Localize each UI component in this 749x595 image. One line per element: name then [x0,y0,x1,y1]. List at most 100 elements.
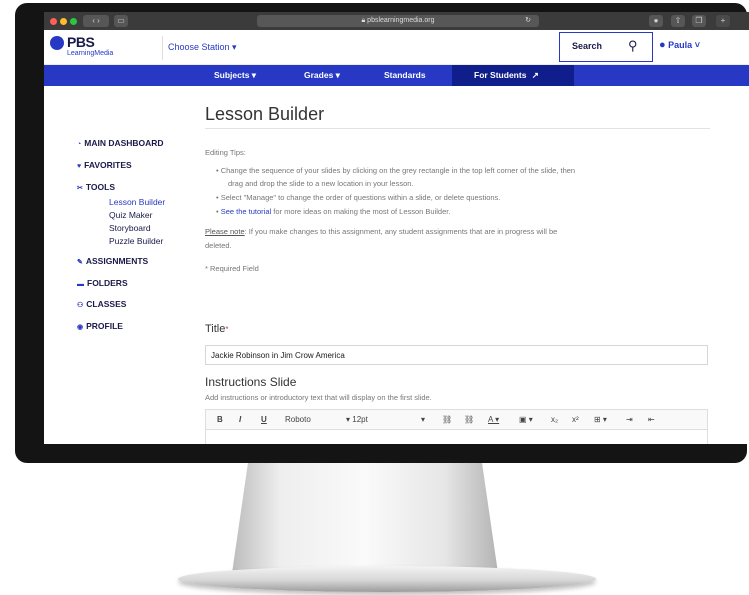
highlight-color-icon[interactable]: ▣ ▾ [519,415,533,424]
rich-text-toolbar: B I U Roboto ▾ 12pt ▾ ⛓ ⛓ A ▾ ▣ ▾ x₂ x² … [205,409,708,430]
sidebar-subitem-quiz-maker[interactable]: Quiz Maker [109,210,152,220]
monitor-frame: ‹ › ▭ 🔒︎ pbslearningmedia.org ↻ ● ⇧ ❐ + … [15,3,749,463]
pbs-head-icon [50,36,64,50]
tip-line-continuation: drag and drop the slide to a new locatio… [228,179,414,188]
bold-button[interactable]: B [217,415,223,424]
heart-icon: ♥ [77,163,82,170]
sidebar-subitem-puzzle-builder[interactable]: Puzzle Builder [109,236,163,246]
new-tab-icon[interactable]: + [716,15,730,27]
font-family-select[interactable]: Roboto [285,415,311,424]
sidebar-item-tools[interactable]: ✂ TOOLS [77,182,115,192]
title-input[interactable]: Jackie Robinson in Jim Crow America [205,345,708,365]
zoom-window-button[interactable] [70,18,77,25]
sidebar-item-main-dashboard[interactable]: ◔ MAIN DASHBOARD [77,138,164,148]
font-size-select[interactable]: ▾ 12pt [346,415,368,424]
monitor-stand [232,463,498,573]
text-color-icon[interactable]: A ▾ [488,415,499,424]
note-text: : If you make changes to this assignment… [244,227,558,236]
sidebar-item-label: TOOLS [85,182,115,192]
reload-icon[interactable]: ↻ [525,15,531,27]
table-icon[interactable]: ⊞ ▾ [594,415,607,424]
instructions-editor[interactable] [205,430,708,444]
note-text-continuation: deleted. [205,241,232,250]
sidebar-item-label: FOLDERS [87,278,128,288]
instructions-slide-heading: Instructions Slide [205,375,297,389]
title-field-label: Title* [205,323,229,335]
user-name: Paula [668,40,693,50]
tabs-icon[interactable]: ❐ [692,15,706,27]
sidebar-item-classes[interactable]: ⚇ CLASSES [77,299,126,309]
sidebar-item-label: CLASSES [86,299,127,309]
sidebar-item-profile[interactable]: ◉ PROFILE [77,321,123,331]
address-bar[interactable]: 🔒︎ pbslearningmedia.org ↻ [257,15,539,27]
underline-button[interactable]: U [261,415,267,424]
share-icon[interactable]: ⇧ [671,15,685,27]
superscript-icon[interactable]: x² [572,415,579,424]
folder-icon: ▬ [77,281,84,288]
browser-toolbar: ‹ › ▭ 🔒︎ pbslearningmedia.org ↻ ● ⇧ ❐ + [44,12,749,30]
required-field-note: * Required Field [205,264,259,273]
downloads-icon[interactable]: ● [649,15,663,27]
classes-icon: ⚇ [77,302,84,309]
profile-icon: ◉ [77,324,84,331]
title-divider [205,128,710,129]
dashboard-icon: ◔ [77,141,82,148]
search-icon: ⚲ [628,38,638,53]
tip-line: • Change the sequence of your slides by … [216,166,576,175]
indent-icon[interactable]: ⇥ [626,415,633,424]
nav-for-students-label: For Students [474,70,527,80]
search-button[interactable]: Search ⚲ [559,32,653,62]
please-note-label: Please note [205,227,245,236]
nav-for-students[interactable]: For Students ↗ [474,65,539,86]
address-bar-text: pbslearningmedia.org [367,17,435,24]
minimize-window-button[interactable] [60,18,67,25]
logo-subtext: LearningMedia [67,50,114,57]
link-icon[interactable]: ⛓ [442,415,452,424]
sidebar-item-label: ASSIGNMENTS [85,256,149,266]
sidebar-item-label: FAVORITES [84,160,132,170]
assignments-icon: ✎ [77,259,83,266]
nav-standards[interactable]: Standards [384,65,426,86]
editing-tips-heading: Editing Tips: [205,148,246,157]
user-avatar-icon: ● [659,39,666,51]
screen: ‹ › ▭ 🔒︎ pbslearningmedia.org ↻ ● ⇧ ❐ + … [44,12,749,444]
tip-line: • Select "Manage" to change the order of… [216,193,501,202]
sidebar-subitem-lesson-builder[interactable]: Lesson Builder [109,197,165,207]
close-window-button[interactable] [50,18,57,25]
sidebar-item-assignments[interactable]: ✎ ASSIGNMENTS [77,256,148,266]
assignment-note: Please note: If you make changes to this… [205,227,557,236]
outdent-icon[interactable]: ⇤ [648,415,655,424]
site-header: PBS LearningMedia Choose Station ▾ Searc… [44,30,749,65]
tutorial-link[interactable]: See the tutorial [221,207,271,216]
subscript-icon[interactable]: x₂ [551,415,558,424]
nav-grades[interactable]: Grades ▾ [304,65,340,86]
sidebar-toggle-icon[interactable]: ▭ [114,15,128,27]
instructions-help-text: Add instructions or introductory text th… [205,393,432,402]
font-size-value: 12pt [352,415,368,424]
italic-button[interactable]: I [239,415,241,424]
sidebar-subitem-storyboard[interactable]: Storyboard [109,223,151,233]
sidebar-item-favorites[interactable]: ♥ FAVORITES [77,160,132,170]
tip-line: • See the tutorial for more ideas on mak… [216,207,451,216]
logo-text: PBS [67,34,95,50]
sidebar-item-folders[interactable]: ▬ FOLDERS [77,278,128,288]
unlink-icon[interactable]: ⛓ [464,415,474,424]
monitor-base [178,566,596,592]
lock-icon: 🔒︎ [361,17,366,24]
user-menu[interactable]: ● Paula ˅ [659,39,700,51]
header-divider [162,36,163,60]
page-title: Lesson Builder [205,104,325,124]
tip-text: Select "Manage" to change the order of q… [220,193,501,202]
search-label: Search [572,41,603,51]
nav-subjects[interactable]: Subjects ▾ [214,65,256,86]
sidebar-item-label: MAIN DASHBOARD [84,138,164,148]
tip-text: Change the sequence of your slides by cl… [220,166,576,175]
font-size-chevron-icon[interactable]: ▾ [421,415,425,424]
back-forward-icon[interactable]: ‹ › [83,15,109,27]
main-nav: Subjects ▾ Grades ▾ Standards For Studen… [44,65,749,86]
choose-station-dropdown[interactable]: Choose Station ▾ [168,42,237,53]
chevron-down-icon: ˅ [694,40,700,50]
tools-icon: ✂ [77,185,83,192]
sidebar-item-label: PROFILE [86,321,123,331]
required-asterisk: * [225,325,229,334]
